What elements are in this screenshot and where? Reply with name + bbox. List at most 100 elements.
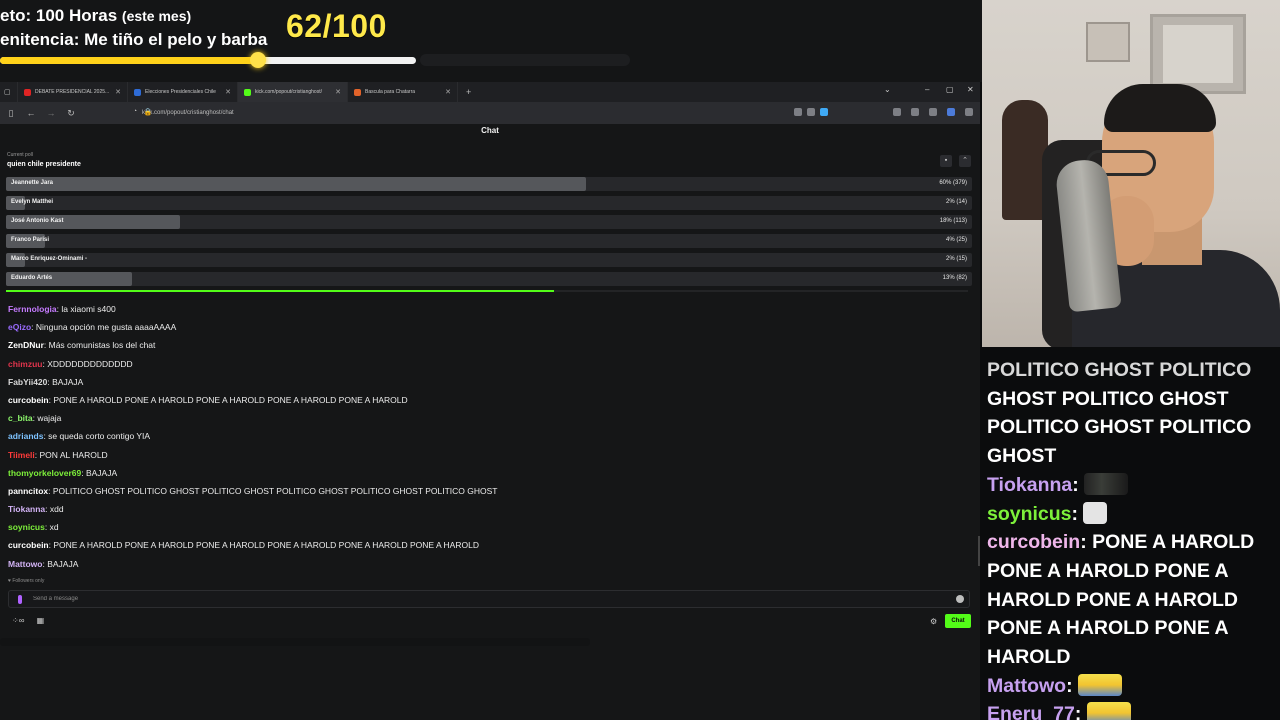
emoji-icon[interactable] — [956, 595, 964, 603]
poll-option[interactable]: Franco Parisi 4% (25) — [6, 234, 972, 248]
goal-penalty: enitencia: Me tiño el pelo y barba — [0, 30, 268, 49]
trash-icon[interactable]: ▪ — [940, 155, 952, 167]
scrollbar[interactable] — [978, 536, 980, 566]
browser-tab[interactable]: DEBATE PRESIDENCIAL 2025... ✕ — [18, 82, 128, 102]
poll-option[interactable]: Marco Enriquez-Ominami - 2% (15) — [6, 253, 972, 267]
chat-username[interactable]: c_bita — [8, 413, 33, 423]
close-tab-icon[interactable]: ✕ — [335, 88, 341, 96]
poll-option-result: 60% (379) — [939, 180, 967, 186]
chat-username[interactable]: Tiimeli — [8, 450, 35, 460]
chat-username[interactable]: Fernnologia — [8, 304, 57, 314]
chat-message-text: wajaja — [37, 413, 62, 424]
chat-send-button[interactable]: Chat — [945, 614, 971, 628]
blurred-strip — [0, 638, 590, 646]
poll-option-result: 2% (14) — [945, 199, 967, 205]
browser-tab[interactable]: Elecciones Presidenciales Chile ✕ — [128, 82, 238, 102]
chat-message-text: PONE A HAROLD PONE A HAROLD PONE A HAROL… — [53, 540, 479, 551]
new-tab-button[interactable]: + — [466, 87, 471, 97]
back-icon[interactable]: ← — [26, 108, 36, 118]
chat-username[interactable]: FabYii420 — [8, 377, 47, 387]
chat-username[interactable]: curcobein — [8, 540, 49, 550]
site-info-icon[interactable]: ◔ — [130, 108, 140, 115]
tab-list-chevron-icon[interactable]: ⌄ — [884, 85, 891, 94]
chat-message-text: xdd — [49, 504, 64, 515]
menu-icon[interactable] — [965, 108, 973, 116]
poll-option-name: José Antonio Kast — [11, 218, 64, 224]
chat-message: Fernnologia: la xiaomi s400 — [8, 304, 116, 314]
chat-message: Tiimeli: PON AL HAROLD — [8, 449, 108, 460]
poll-option[interactable]: Jeannette Jara 60% (379) — [6, 177, 972, 191]
browser-tab[interactable]: Bascula para Chatarra ✕ — [348, 82, 458, 102]
chat-username[interactable]: soynicus — [8, 522, 45, 532]
extension-icon[interactable] — [893, 108, 901, 116]
chat-username[interactable]: chimzuu — [8, 359, 42, 369]
chat-message: ZenDNur: Más comunistas los del chat — [8, 340, 156, 351]
forward-icon[interactable]: → — [46, 108, 56, 118]
send-message-input[interactable] — [33, 592, 933, 606]
minimize-icon[interactable]: – — [925, 85, 929, 94]
gear-icon[interactable]: ⚙ — [930, 617, 937, 626]
extension-icon[interactable] — [911, 108, 919, 116]
tab-favicon-icon — [244, 88, 251, 96]
bookmark-star-icon[interactable] — [820, 108, 828, 116]
chevron-up-icon[interactable]: ⌃ — [959, 155, 971, 167]
tab-menu-icon[interactable]: ▢ — [0, 82, 18, 102]
overlay-chat-entry: Mattowo: — [987, 672, 1275, 701]
chat-message-text: BAJAJA — [52, 376, 84, 387]
reload-icon[interactable]: ↻ — [66, 108, 76, 119]
chat-username[interactable]: adriands — [8, 431, 43, 441]
poll: Current poll quien chile presidente ▪ ⌃ … — [6, 152, 974, 292]
address-bar: ▯ ← → ↻ ◔ 🔒 kick.com/popout/cristianghos… — [0, 102, 980, 124]
chat-username[interactable]: eQizo — [8, 322, 31, 332]
url-field[interactable]: kick.com/popout/cristianghost/chat — [142, 110, 234, 116]
poll-option[interactable]: José Antonio Kast 18% (113) — [6, 215, 972, 229]
poll-option-result: 13% (82) — [942, 275, 967, 281]
chat-message: Tiokanna: xdd — [8, 504, 64, 515]
close-tab-icon[interactable]: ✕ — [445, 88, 451, 96]
poll-option-result: 4% (25) — [945, 237, 967, 243]
maximize-icon[interactable]: ▢ — [946, 85, 954, 94]
chat-message: chimzuu: XDDDDDDDDDDDDD — [8, 358, 133, 369]
poll-option-name: Marco Enriquez-Ominami - — [11, 256, 88, 262]
stream-goal-overlay: eto: 100 Horas (este mes) enitencia: Me … — [0, 0, 982, 82]
chat-username[interactable]: Tiokanna — [8, 504, 45, 514]
close-tab-icon[interactable]: ✕ — [115, 88, 121, 96]
chat-username[interactable]: Mattowo — [8, 559, 42, 569]
emote-dark — [1084, 472, 1129, 495]
chat-message-text: se queda corto contigo YIA — [48, 431, 151, 442]
chat-message: curcobein: PONE A HAROLD PONE A HAROLD P… — [8, 540, 479, 551]
tab-favicon-icon — [354, 88, 361, 96]
reader-icon[interactable] — [794, 108, 802, 116]
extension-icon[interactable] — [947, 108, 955, 116]
mic-icon[interactable] — [18, 595, 22, 604]
chat-tools: ⁘∞ ▦ — [12, 616, 44, 625]
extension-icon[interactable] — [929, 108, 937, 116]
chat-message-text: POLITICO GHOST POLITICO GHOST POLITICO G… — [52, 485, 498, 496]
chat-username[interactable]: panncitox — [8, 486, 48, 496]
goal-progress-fill — [0, 57, 258, 64]
chat-message: curcobein: PONE A HAROLD PONE A HAROLD P… — [8, 394, 408, 405]
tab-label: kick.com/popout/cristianghost/ — [255, 89, 322, 95]
calendar-icon[interactable]: ▦ — [37, 616, 45, 625]
tools-icon[interactable]: ⁘∞ — [12, 616, 24, 625]
poll-option[interactable]: Evelyn Matthei 2% (14) — [6, 196, 972, 210]
tab-label: Bascula para Chatarra — [365, 89, 416, 95]
close-window-icon[interactable]: ✕ — [967, 85, 974, 94]
poll-option[interactable]: Eduardo Artés 13% (82) — [6, 272, 972, 286]
chat-message: eQizo: Ninguna opción me gusta aaaaAAAA — [8, 322, 177, 333]
chat-message: FabYii420: BAJAJA — [8, 376, 84, 387]
emote-minion — [1086, 702, 1131, 720]
close-tab-icon[interactable]: ✕ — [225, 88, 231, 96]
send-message-box — [8, 590, 970, 608]
chat-message: adriands: se queda corto contigo YIA — [8, 431, 151, 442]
lock-icon: 🔒 — [143, 109, 153, 116]
sidebar-toggle-icon[interactable]: ▯ — [6, 108, 16, 119]
tab-bar: ▢ DEBATE PRESIDENCIAL 2025... ✕ Elecciones… — [0, 82, 980, 102]
goal-title: eto: 100 Horas (este mes) — [0, 6, 192, 25]
chat-username[interactable]: ZenDNur — [8, 340, 44, 350]
chat-username[interactable]: thomyorkelover69 — [8, 468, 81, 478]
browser-tab[interactable]: kick.com/popout/cristianghost/ ✕ — [238, 82, 348, 102]
chat-message-text: BAJAJA — [47, 558, 79, 569]
translate-icon[interactable] — [807, 108, 815, 116]
chat-username[interactable]: curcobein — [8, 395, 49, 405]
